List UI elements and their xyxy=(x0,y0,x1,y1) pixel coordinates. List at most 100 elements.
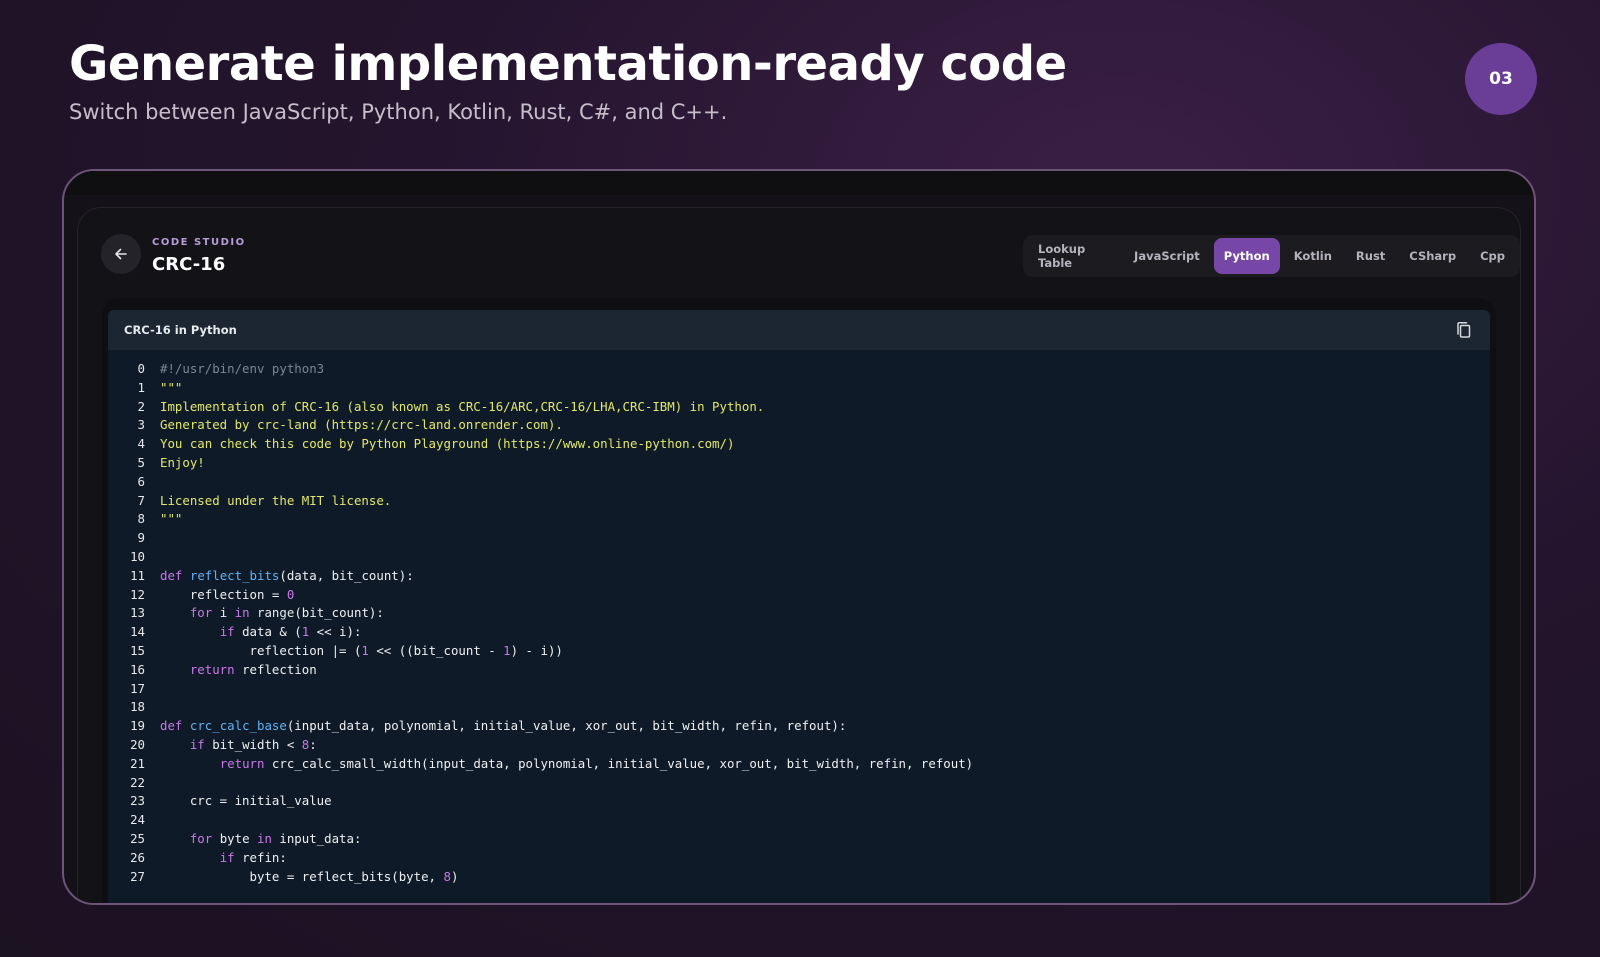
copy-icon xyxy=(1457,322,1471,338)
code-line: 24 xyxy=(108,811,1490,830)
line-content: """ xyxy=(160,379,183,395)
tab-cpp[interactable]: Cpp xyxy=(1470,238,1515,274)
line-number: 13 xyxy=(130,605,145,621)
line-number: 2 xyxy=(137,398,145,414)
code-container: CRC-16 in Python 0 #!/usr/bin/env python3… xyxy=(102,298,1496,903)
code-line: 11 def reflect_bits(data, bit_count): xyxy=(108,567,1490,586)
line-number: 3 xyxy=(137,417,145,433)
line-number: 16 xyxy=(130,661,145,677)
code-line: 27 byte = reflect_bits(byte, 8) xyxy=(108,868,1490,887)
line-content: for byte in input_data: xyxy=(189,830,362,846)
line-number: 11 xyxy=(130,567,145,583)
code-body: 0 #!/usr/bin/env python3 1 """ 2 Implementati… xyxy=(108,350,1490,886)
line-content xyxy=(160,529,167,548)
studio-title: CRC-16 xyxy=(152,254,226,275)
device-top-bar xyxy=(64,171,1534,195)
line-content: return crc_calc_small_width(input_data, … xyxy=(219,755,974,771)
line-number: 21 xyxy=(130,755,145,771)
line-content: byte = reflect_bits(byte, 8) xyxy=(160,868,459,884)
code-line: 13 for i in range(bit_count): xyxy=(108,604,1490,623)
line-number: 18 xyxy=(130,699,145,715)
line-content: You can check this code by Python Playgr… xyxy=(160,436,735,452)
line-number: 22 xyxy=(130,774,145,790)
tab-kotlin[interactable]: Kotlin xyxy=(1284,238,1342,274)
tab-javascript[interactable]: JavaScript xyxy=(1124,238,1210,274)
line-content xyxy=(160,680,167,699)
code-line: 16 return reflection xyxy=(108,661,1490,680)
line-number: 5 xyxy=(137,454,145,470)
line-content: if data & (1 << i): xyxy=(219,624,362,640)
line-number: 27 xyxy=(130,868,145,884)
line-content: for i in range(bit_count): xyxy=(189,605,384,621)
code-line: 17 xyxy=(108,680,1490,699)
line-number: 1 xyxy=(137,379,145,395)
back-button[interactable] xyxy=(101,234,141,274)
line-number: 19 xyxy=(130,718,145,734)
code-line: 25 for byte in input_data: xyxy=(108,830,1490,849)
line-content: def reflect_bits(data, bit_count): xyxy=(160,567,414,583)
code-line: 5 Enjoy! xyxy=(108,454,1490,473)
code-line: 0 #!/usr/bin/env python3 xyxy=(108,360,1490,379)
tab-python[interactable]: Python xyxy=(1213,238,1280,274)
line-number: 20 xyxy=(130,736,145,752)
code-line: 22 xyxy=(108,774,1490,793)
page-subtitle: Switch between JavaScript, Python, Kotli… xyxy=(69,100,728,124)
line-content: Enjoy! xyxy=(160,454,205,470)
code-line: 23 crc = initial_value xyxy=(108,792,1490,811)
line-number: 24 xyxy=(130,812,145,828)
line-content xyxy=(160,698,167,717)
line-number: 8 xyxy=(137,511,145,527)
line-content: reflection |= (1 << ((bit_count - 1) - i… xyxy=(160,642,563,658)
code-line: 20 if bit_width < 8: xyxy=(108,736,1490,755)
code-line: 7 Licensed under the MIT license. xyxy=(108,492,1490,511)
code-panel: CRC-16 in Python 0 #!/usr/bin/env python3… xyxy=(108,310,1490,903)
code-line: 6 xyxy=(108,473,1490,492)
line-content xyxy=(160,473,167,492)
code-title: CRC-16 in Python xyxy=(124,323,237,337)
line-number: 17 xyxy=(130,680,145,696)
code-line: 1 """ xyxy=(108,379,1490,398)
line-content: #!/usr/bin/env python3 xyxy=(160,361,325,376)
line-number: 25 xyxy=(130,830,145,846)
code-line: 12 reflection = 0 xyxy=(108,586,1490,605)
step-badge: 03 xyxy=(1465,43,1537,115)
code-line: 18 xyxy=(108,698,1490,717)
line-content xyxy=(160,811,167,830)
code-line: 4 You can check this code by Python Playg… xyxy=(108,435,1490,454)
arrow-left-icon xyxy=(115,248,127,260)
language-tabs: Lookup Table JavaScript Python Kotlin Rust CS… xyxy=(1023,235,1520,277)
line-number: 14 xyxy=(130,624,145,640)
code-header: CRC-16 in Python xyxy=(108,310,1490,350)
line-content: Implementation of CRC-16 (also known as … xyxy=(160,398,765,414)
line-content: Generated by crc-land (https://crc-land.… xyxy=(160,417,563,433)
line-content: return reflection xyxy=(189,661,317,677)
code-line: 8 """ xyxy=(108,510,1490,529)
copy-button[interactable] xyxy=(1454,320,1474,340)
line-content: Licensed under the MIT license. xyxy=(160,492,392,508)
code-line: 26 if refin: xyxy=(108,849,1490,868)
line-number: 10 xyxy=(130,548,145,564)
line-number: 0 xyxy=(137,361,145,376)
tab-rust[interactable]: Rust xyxy=(1346,238,1395,274)
code-line: 9 xyxy=(108,529,1490,548)
line-number: 23 xyxy=(130,793,145,809)
line-content xyxy=(160,548,167,567)
tab-csharp[interactable]: CSharp xyxy=(1399,238,1466,274)
page-title: Generate implementation-ready code xyxy=(69,36,1067,92)
line-content: if refin: xyxy=(219,849,287,865)
studio-kicker: CODE STUDIO xyxy=(152,237,246,248)
code-line: 2 Implementation of CRC-16 (also known as… xyxy=(108,398,1490,417)
line-number: 7 xyxy=(137,492,145,508)
line-number: 9 xyxy=(137,530,145,546)
line-content xyxy=(160,774,167,793)
code-line: 3 Generated by crc-land (https://crc-land… xyxy=(108,416,1490,435)
line-number: 12 xyxy=(130,586,145,602)
code-line: 21 return crc_calc_small_width(input_dat… xyxy=(108,755,1490,774)
tab-lookup-table[interactable]: Lookup Table xyxy=(1028,238,1120,274)
code-line: 10 xyxy=(108,548,1490,567)
line-content: def crc_calc_base(input_data, polynomial… xyxy=(160,718,847,734)
device-frame: CODE STUDIO CRC-16 Lookup Table JavaScrip… xyxy=(62,169,1536,905)
line-number: 6 xyxy=(137,473,145,489)
line-number: 26 xyxy=(130,849,145,865)
line-content: if bit_width < 8: xyxy=(189,736,317,752)
